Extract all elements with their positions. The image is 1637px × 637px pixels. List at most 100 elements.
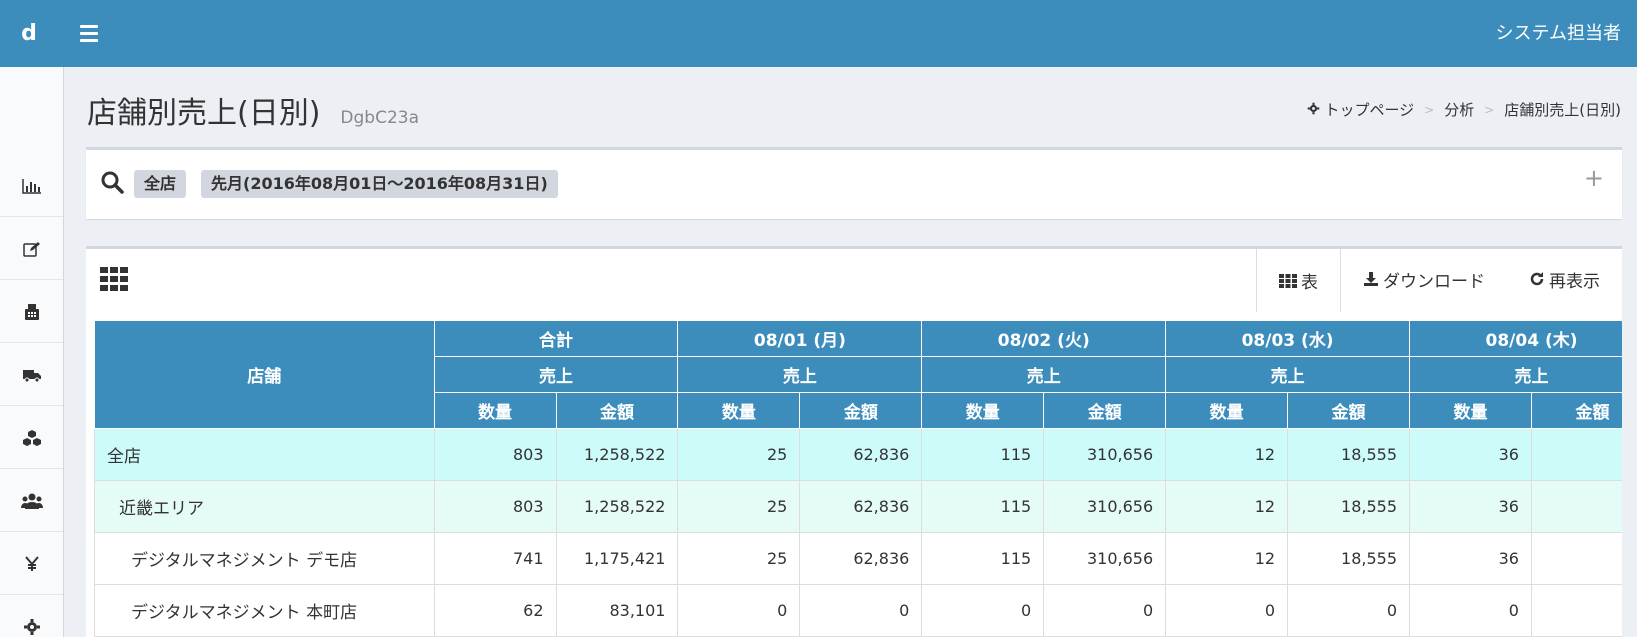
quantity-header[interactable]: 数量 xyxy=(921,392,1045,429)
filter-tag-period[interactable]: 先月(2016年08月01日～2016年08月31日) xyxy=(201,170,558,198)
amount-header[interactable]: 金額 xyxy=(1530,392,1622,429)
cell-value: 62,836 xyxy=(799,428,923,481)
group-header-total: 合計 xyxy=(433,320,679,357)
cell-value xyxy=(1530,584,1622,637)
store-name: デジタルマネジメント デモ店 xyxy=(94,532,435,585)
breadcrumb-current: 店舗別売上(日別) xyxy=(1504,101,1621,119)
view-tabs: 表 ダウンロード 再表示 xyxy=(1256,249,1622,312)
gear-icon xyxy=(1307,101,1320,119)
expand-filter-button[interactable]: + xyxy=(1584,164,1604,192)
cell-value: 36 xyxy=(1409,480,1532,533)
store-column-header[interactable]: 店舗 xyxy=(94,320,435,429)
amount-header[interactable]: 金額 xyxy=(799,392,923,429)
sales-header: 売上 xyxy=(677,356,923,393)
quantity-header[interactable]: 数量 xyxy=(677,392,801,429)
table-row[interactable]: 全店 803 1,258,522 25 62,836 115 310,656 1… xyxy=(94,428,1622,481)
cell-value: 83,101 xyxy=(555,584,679,637)
amount-header[interactable]: 金額 xyxy=(555,392,679,429)
page-header: 店舗別売上(日別) DgbC23a xyxy=(87,88,419,132)
cell-value: 36 xyxy=(1409,532,1532,585)
tab-refresh[interactable]: 再表示 xyxy=(1507,249,1622,312)
cell-value: 62,836 xyxy=(799,532,923,585)
truck-icon[interactable] xyxy=(0,344,63,406)
table-row[interactable]: デジタルマネジメント 本町店 62 83,101 0 0 0 0 0 0 0 xyxy=(94,584,1622,637)
cell-value: 0 xyxy=(1165,584,1289,637)
tab-label: ダウンロード xyxy=(1383,271,1485,292)
edit-icon[interactable] xyxy=(0,218,63,280)
cell-value: 18,555 xyxy=(1287,532,1411,585)
cell-value: 25 xyxy=(677,532,801,585)
page-code: DgbC23a xyxy=(340,108,420,128)
sales-header: 売上 xyxy=(921,356,1167,393)
quantity-header[interactable]: 数量 xyxy=(433,392,557,429)
table-row[interactable]: デジタルマネジメント デモ店 741 1,175,421 25 62,836 1… xyxy=(94,532,1622,585)
cell-value: 0 xyxy=(1043,584,1167,637)
cell-value: 115 xyxy=(921,428,1045,481)
report-panel: 表 ダウンロード 再表示 店舗 合計 08/01 (月) 08/02 (火) 0… xyxy=(86,246,1622,637)
cell-value: 115 xyxy=(921,480,1045,533)
breadcrumb-separator: > xyxy=(1424,102,1435,117)
table-scroll-area[interactable]: 店舗 合計 08/01 (月) 08/02 (火) 08/03 (水) 08/0… xyxy=(94,320,1622,637)
tab-table[interactable]: 表 xyxy=(1256,249,1341,312)
app-logo[interactable]: d xyxy=(0,0,58,67)
cell-value: 62 xyxy=(433,584,557,637)
menu-toggle-icon[interactable] xyxy=(80,20,106,46)
quantity-header[interactable]: 数量 xyxy=(1409,392,1532,429)
cell-value: 803 xyxy=(433,480,557,533)
cell-value: 18,555 xyxy=(1287,480,1411,533)
group-header-day: 08/03 (水) xyxy=(1165,320,1411,357)
breadcrumb: トップページ > 分析 > 店舗別売上(日別) xyxy=(1307,99,1621,120)
cell-value: 1,258,522 xyxy=(555,428,679,481)
sales-header: 売上 xyxy=(1409,356,1622,393)
gear-icon[interactable] xyxy=(0,596,63,637)
quantity-header[interactable]: 数量 xyxy=(1165,392,1289,429)
cell-value: 115 xyxy=(921,532,1045,585)
amount-header[interactable]: 金額 xyxy=(1043,392,1167,429)
group-header-day: 08/01 (月) xyxy=(677,320,923,357)
tab-download[interactable]: ダウンロード xyxy=(1341,249,1507,312)
group-header-day: 08/02 (火) xyxy=(921,320,1167,357)
top-navbar: d システム担当者 xyxy=(0,0,1637,67)
breadcrumb-top[interactable]: トップページ xyxy=(1324,99,1414,120)
search-icon[interactable] xyxy=(100,170,124,198)
breadcrumb-analysis[interactable]: 分析 xyxy=(1444,99,1474,120)
store-name: 近畿エリア xyxy=(94,480,435,533)
cell-value: 310,656 xyxy=(1043,532,1167,585)
cell-value: 1,175,421 xyxy=(555,532,679,585)
refresh-icon xyxy=(1529,271,1545,287)
cell-value: 25 xyxy=(677,480,801,533)
cash-register-icon[interactable] xyxy=(0,281,63,343)
users-icon[interactable] xyxy=(0,470,63,532)
cell-value: 741 xyxy=(433,532,557,585)
cell-value: 12 xyxy=(1165,532,1289,585)
cubes-icon[interactable] xyxy=(0,407,63,469)
store-name: デジタルマネジメント 本町店 xyxy=(94,584,435,637)
page-title: 店舗別売上(日別) xyxy=(87,96,321,131)
sales-header: 売上 xyxy=(1165,356,1411,393)
yen-icon[interactable] xyxy=(0,533,63,595)
cell-value: 25 xyxy=(677,428,801,481)
cell-value: 62,836 xyxy=(799,480,923,533)
cell-value xyxy=(1530,480,1622,533)
cell-value: 0 xyxy=(799,584,923,637)
cell-value: 0 xyxy=(1409,584,1532,637)
download-icon xyxy=(1363,271,1379,287)
cell-value: 0 xyxy=(921,584,1045,637)
cell-value: 1,258,522 xyxy=(555,480,679,533)
cell-value: 310,656 xyxy=(1043,480,1167,533)
cell-value: 803 xyxy=(433,428,557,481)
amount-header[interactable]: 金額 xyxy=(1287,392,1411,429)
breadcrumb-separator: > xyxy=(1484,102,1495,117)
filter-tag-store[interactable]: 全店 xyxy=(134,170,187,198)
grid-icon xyxy=(1279,273,1297,288)
table-row[interactable]: 近畿エリア 803 1,258,522 25 62,836 115 310,65… xyxy=(94,480,1622,533)
group-header-day: 08/04 (木) xyxy=(1409,320,1622,357)
sales-header: 売上 xyxy=(433,356,679,393)
bar-chart-icon[interactable] xyxy=(0,155,63,217)
cell-value: 310,656 xyxy=(1043,428,1167,481)
cell-value: 0 xyxy=(677,584,801,637)
user-menu[interactable]: システム担当者 xyxy=(1496,0,1621,67)
cell-value: 12 xyxy=(1165,480,1289,533)
sales-table: 店舗 合計 08/01 (月) 08/02 (火) 08/03 (水) 08/0… xyxy=(94,320,1622,637)
tab-label: 再表示 xyxy=(1549,271,1600,292)
